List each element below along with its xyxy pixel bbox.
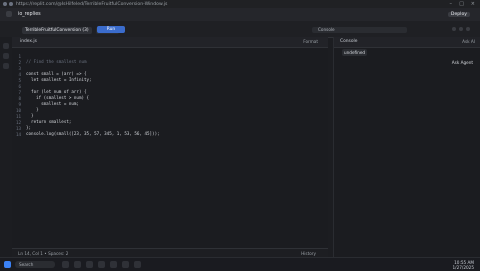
code-line: 14	[12, 127, 27, 137]
line-text: // Find the smallest num	[26, 59, 87, 64]
line-text: const small = (arr) => {	[26, 71, 87, 76]
deploy-button[interactable]: Deploy	[447, 11, 470, 17]
code-editor[interactable]: index.js Format 1 // Find the smallest n…	[12, 37, 328, 257]
console-title[interactable]: Console	[340, 39, 357, 44]
console-tab[interactable]: Console	[312, 27, 407, 33]
address-bar[interactable]: https://replit.com/@IsHilfeled/TerribleF…	[16, 2, 167, 7]
maximize-icon[interactable]: □	[459, 1, 464, 7]
console-output: undefined	[342, 49, 368, 56]
clock-date: 1/27/2025	[452, 264, 474, 270]
close-icon[interactable]: ×	[471, 1, 475, 7]
user-icon[interactable]	[452, 27, 456, 31]
app-icon[interactable]	[122, 261, 129, 268]
browser-titlebar: https://replit.com/@IsHilfeled/TerribleF…	[0, 0, 480, 8]
ask-ai-button[interactable]: Ask AI	[462, 39, 475, 44]
line-text: let smallest = Infinity;	[26, 77, 92, 82]
run-button[interactable]: Run	[97, 26, 125, 33]
line-text: for (let num of arr) {	[26, 89, 87, 94]
editor-file-label[interactable]: index.js	[20, 39, 37, 44]
console-header: Console Ask AI	[334, 37, 480, 48]
cursor-position: Ln 14, Col 1 • Spaces: 2	[18, 250, 69, 256]
line-text: smallest = num;	[26, 101, 79, 106]
app-icon[interactable]	[74, 261, 81, 268]
app-icon[interactable]	[134, 261, 141, 268]
app-topbar: io_replies Deploy	[0, 8, 480, 22]
more-icon[interactable]	[466, 27, 470, 31]
app-icon[interactable]	[86, 261, 93, 268]
clock-time: 10:55 AM	[454, 259, 474, 265]
project-name[interactable]: io_replies	[18, 12, 41, 17]
git-icon[interactable]	[3, 63, 9, 69]
system-clock[interactable]: 10:55 AM 1/27/2025	[453, 260, 474, 270]
line-text: if (smallest > num) {	[26, 95, 90, 100]
history-button[interactable]: History	[301, 251, 316, 256]
ask-agent-button[interactable]: Ask Agent	[452, 60, 473, 65]
refresh-icon[interactable]	[9, 2, 13, 6]
line-text: return smallest;	[26, 119, 72, 124]
app-icon[interactable]	[110, 261, 117, 268]
settings-icon[interactable]	[459, 27, 463, 31]
line-number: 14	[15, 132, 21, 137]
workspace-toolbar: TerribleFruitfulConversion (3) index.js …	[0, 21, 480, 38]
home-icon[interactable]	[6, 11, 12, 17]
format-button[interactable]: Format	[303, 39, 318, 44]
line-text: }	[26, 107, 39, 112]
line-text: console.log(small([23, 35, 57, 345, 1, 5…	[26, 131, 160, 136]
code-area[interactable]: 1 // Find the smallest num 2 3 const sma…	[12, 47, 328, 257]
app-icon[interactable]	[62, 261, 69, 268]
files-icon[interactable]	[3, 43, 9, 49]
start-icon[interactable]	[4, 261, 11, 268]
toolbar-actions	[452, 27, 472, 33]
minimize-icon[interactable]: –	[450, 1, 453, 7]
taskbar-search[interactable]: Search	[15, 261, 55, 268]
window-icon	[3, 2, 7, 6]
console-panel: Console Ask AI undefined Ask Agent	[333, 37, 480, 257]
search-icon[interactable]	[3, 53, 9, 59]
os-taskbar: Search 10:55 AM 1/27/2025	[0, 257, 480, 271]
taskbar-apps	[62, 261, 141, 268]
app-icon[interactable]	[98, 261, 105, 268]
tab-project[interactable]: TerribleFruitfulConversion (3)	[22, 27, 92, 34]
